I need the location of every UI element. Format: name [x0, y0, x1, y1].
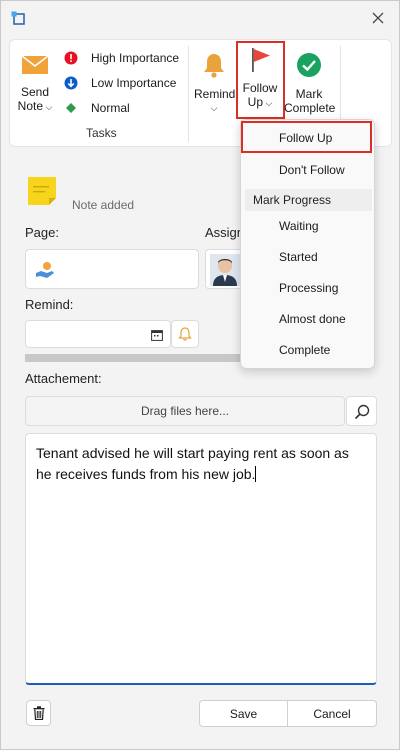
attachment-dropzone[interactable]: Drag files here...	[25, 396, 345, 426]
attachment-search-button[interactable]	[346, 396, 377, 426]
remind-field-label: Remind:	[25, 297, 74, 312]
cancel-label: Cancel	[313, 706, 351, 721]
mark-complete-button[interactable]: Mark Complete	[284, 50, 336, 120]
assign-label: Assign	[205, 225, 245, 240]
follow-up-dropdown: Follow Up Don't Follow Mark Progress Wai…	[240, 119, 375, 369]
mark-complete-label: Mark	[295, 87, 323, 101]
low-importance-icon	[64, 76, 78, 90]
menu-dont-follow-label: Don't Follow	[279, 163, 345, 177]
menu-item-started[interactable]: Started	[241, 243, 374, 271]
follow-up-highlight	[236, 41, 285, 119]
high-importance-icon	[64, 51, 78, 65]
remind-label: Remind	[194, 87, 236, 101]
send-note-label-2: Note	[17, 99, 44, 113]
menu-item-waiting[interactable]: Waiting	[241, 212, 374, 240]
drag-files-placeholder: Drag files here...	[140, 404, 230, 418]
menu-waiting-label: Waiting	[279, 219, 319, 233]
close-icon	[372, 12, 384, 24]
note-window: Send Note ⌵ High Importance Low Importan…	[0, 0, 400, 750]
ribbon-separator	[188, 46, 189, 142]
normal-importance-label: Normal	[91, 101, 130, 115]
menu-item-complete[interactable]: Complete	[241, 336, 374, 364]
trash-icon	[33, 706, 44, 720]
search-icon	[354, 404, 370, 420]
note-body-text: Tenant advised he will start paying rent…	[36, 445, 349, 482]
assign-selector[interactable]	[205, 249, 243, 289]
remind-chevron-icon: ⌵	[210, 103, 218, 113]
text-caret	[255, 466, 257, 482]
cancel-button[interactable]: Cancel	[287, 700, 377, 727]
menu-started-label: Started	[279, 250, 318, 264]
tasks-group-label: Tasks	[86, 126, 117, 140]
low-importance-button[interactable]: Low Importance	[64, 73, 176, 93]
calendar-icon[interactable]	[151, 329, 163, 341]
save-button[interactable]: Save	[199, 700, 288, 727]
menu-item-processing[interactable]: Processing	[241, 274, 374, 302]
delete-button[interactable]	[26, 700, 51, 726]
send-note-button[interactable]: Send Note ⌵	[14, 50, 56, 120]
send-note-label: Send	[20, 85, 50, 99]
remind-bell-button[interactable]	[171, 320, 199, 348]
attachment-label: Attachement:	[25, 371, 102, 386]
mark-progress-header: Mark Progress	[245, 189, 372, 211]
envelope-icon	[21, 55, 49, 74]
title-bar	[1, 1, 399, 35]
bell-outline-icon	[178, 327, 192, 341]
menu-item-dont-follow[interactable]: Don't Follow	[241, 156, 374, 184]
note-status-text: Note added	[72, 198, 135, 212]
menu-processing-label: Processing	[279, 281, 339, 295]
sticky-note-icon	[28, 177, 56, 205]
hand-coin-icon	[36, 262, 54, 278]
page-selector[interactable]	[25, 249, 199, 289]
page-label: Page:	[25, 225, 59, 240]
save-label: Save	[229, 706, 258, 721]
close-button[interactable]	[367, 8, 389, 28]
mark-complete-label-2: Complete	[284, 101, 336, 115]
menu-item-almost-done[interactable]: Almost done	[241, 305, 374, 333]
high-importance-label: High Importance	[91, 51, 180, 65]
normal-diamond-icon	[64, 101, 78, 115]
menu-complete-label: Complete	[279, 343, 331, 357]
bell-icon	[204, 54, 224, 78]
low-importance-label: Low Importance	[91, 76, 177, 90]
chevron-down-icon: ⌵	[43, 102, 53, 112]
mark-progress-label: Mark Progress	[253, 193, 332, 207]
app-icon	[11, 11, 25, 25]
check-circle-icon	[297, 53, 321, 77]
remind-date-input[interactable]	[25, 320, 171, 348]
follow-up-menu-highlight	[241, 121, 372, 153]
remind-button[interactable]: Remind ⌵	[194, 50, 236, 120]
note-body-textarea[interactable]: Tenant advised he will start paying rent…	[25, 433, 377, 685]
normal-importance-button[interactable]: Normal	[64, 98, 130, 118]
avatar	[210, 254, 240, 286]
high-importance-button[interactable]: High Importance	[64, 48, 179, 68]
menu-almost-done-label: Almost done	[279, 312, 346, 326]
